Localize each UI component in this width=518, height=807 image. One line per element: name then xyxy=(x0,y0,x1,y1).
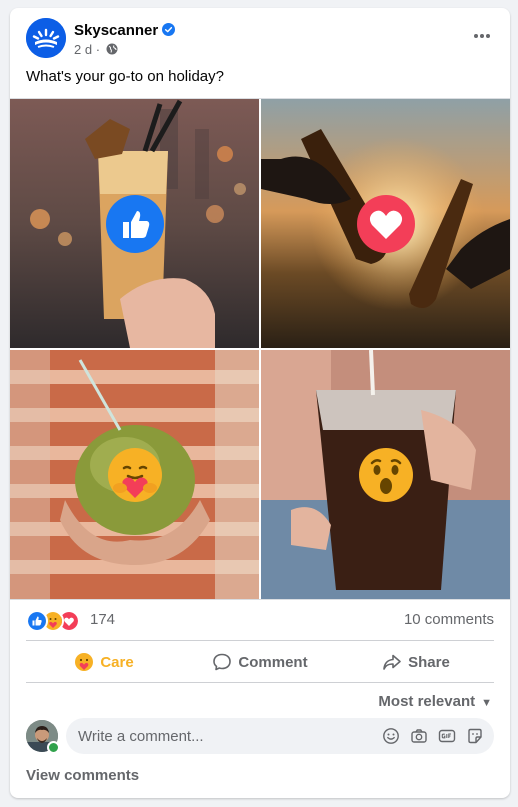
post-caption: What's your go-to on holiday? xyxy=(26,68,224,85)
care-reaction-icon xyxy=(108,448,162,502)
divider xyxy=(26,682,494,683)
photo-beer[interactable] xyxy=(261,99,510,348)
user-avatar[interactable] xyxy=(26,720,60,754)
globe-icon[interactable] xyxy=(106,43,118,55)
comment-box[interactable] xyxy=(66,718,494,754)
comment-label: Comment xyxy=(238,653,308,671)
skyscanner-logo-icon xyxy=(26,18,66,58)
comment-icon xyxy=(213,653,232,671)
post-meta: 2 d · xyxy=(74,42,118,57)
page-avatar[interactable] xyxy=(26,18,66,58)
camera-icon[interactable] xyxy=(410,727,428,745)
share-icon xyxy=(383,654,401,670)
care-label: Care xyxy=(100,653,134,671)
sort-label: Most relevant xyxy=(378,693,476,710)
post-header: Skyscanner 2 d · xyxy=(26,18,498,62)
emoji-icon[interactable] xyxy=(382,727,400,745)
love-reaction-icon xyxy=(357,195,415,253)
divider xyxy=(26,640,494,641)
post-card: Skyscanner 2 d · What's your go-to on ho… xyxy=(10,8,510,798)
meta-separator: · xyxy=(95,42,101,57)
photo-grid xyxy=(10,98,510,600)
share-button[interactable]: Share xyxy=(338,644,494,680)
photo-cocktail[interactable] xyxy=(10,99,259,348)
photo-coconut[interactable] xyxy=(10,350,259,599)
comment-count[interactable]: 10 comments xyxy=(404,611,494,628)
caret-down-icon: ▼ xyxy=(481,697,492,709)
post-actions: Care Comment Share xyxy=(26,644,494,680)
page-name-text[interactable]: Skyscanner xyxy=(74,22,158,39)
comment-sort-dropdown[interactable]: Most relevant ▼ xyxy=(378,693,492,710)
photo-iced-coffee[interactable] xyxy=(261,350,510,599)
reaction-summary: 174 10 comments xyxy=(26,608,494,632)
verified-badge-icon xyxy=(162,23,176,36)
view-comments-link[interactable]: View comments xyxy=(26,767,139,784)
post-time[interactable]: 2 d xyxy=(74,42,92,57)
comment-composer xyxy=(26,718,494,754)
like-reaction-icon xyxy=(106,195,164,253)
more-horizontal-icon xyxy=(474,34,490,38)
reaction-count[interactable]: 174 xyxy=(90,611,115,628)
comment-input[interactable] xyxy=(78,718,368,754)
wow-reaction-icon xyxy=(359,448,413,502)
comment-button[interactable]: Comment xyxy=(182,644,338,680)
share-label: Share xyxy=(408,653,450,671)
like-reaction-icon xyxy=(26,610,48,632)
online-status-dot xyxy=(47,741,60,754)
page-name[interactable]: Skyscanner xyxy=(74,22,176,39)
gif-icon[interactable] xyxy=(438,727,456,745)
comment-tools xyxy=(382,727,484,745)
care-reaction-icon xyxy=(75,653,94,671)
sticker-icon[interactable] xyxy=(466,727,484,745)
more-options-button[interactable] xyxy=(466,20,498,52)
care-button[interactable]: Care xyxy=(26,644,182,680)
